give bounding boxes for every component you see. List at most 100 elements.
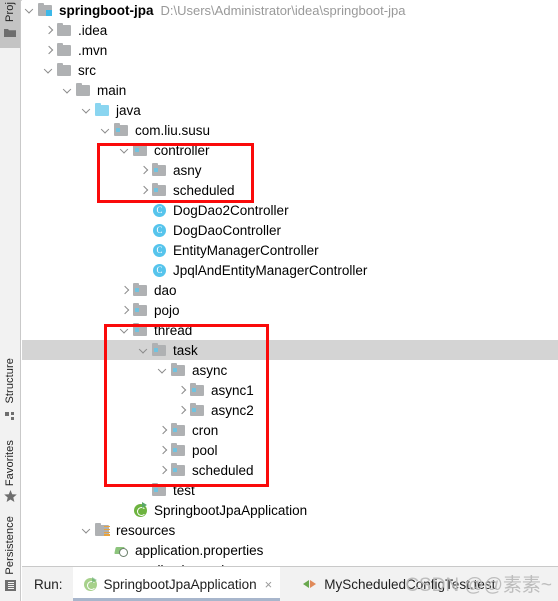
tree-row-label: pojo — [154, 302, 180, 318]
tool-window-label-project: Proj — [4, 2, 16, 22]
run-test-arrows-icon — [302, 577, 318, 591]
java-class-icon: C — [151, 240, 169, 260]
tree-row-label: task — [173, 342, 198, 358]
chevron-right-icon[interactable] — [157, 420, 170, 440]
tree-row[interactable]: C DogDaoController — [22, 220, 558, 240]
tree-row[interactable]: src — [22, 60, 558, 80]
tree-row[interactable]: asny — [22, 160, 558, 180]
run-tab-my-scheduled-config-test[interactable]: MyScheduledConfigTest.test — [294, 567, 503, 601]
tree-row[interactable]: async2 — [22, 400, 558, 420]
chevron-right-icon[interactable] — [176, 400, 189, 420]
tree-row[interactable]: controller — [22, 140, 558, 160]
chevron-down-icon[interactable] — [157, 360, 170, 380]
tree-row-label: scheduled — [173, 182, 235, 198]
java-class-icon: C — [151, 260, 169, 280]
package-icon — [189, 400, 207, 420]
resources-root-folder-icon — [94, 520, 112, 540]
close-icon[interactable]: × — [265, 577, 273, 592]
folder-icon — [56, 40, 74, 60]
chevron-down-icon[interactable] — [119, 320, 132, 340]
run-tab-springboot-jpa-application[interactable]: SpringbootJpaApplication × — [72, 567, 281, 601]
tree-row-label: resources — [116, 522, 176, 538]
tree-row[interactable]: scheduled — [22, 460, 558, 480]
chevron-down-icon[interactable] — [81, 520, 94, 540]
tool-window-button-persistence[interactable]: Persistence — [0, 516, 20, 600]
tree-row[interactable]: application.properties — [22, 540, 558, 560]
package-icon — [189, 380, 207, 400]
tree-row[interactable]: pool — [22, 440, 558, 460]
chevron-right-icon[interactable] — [157, 460, 170, 480]
run-tool-window-bar: Run: SpringbootJpaApplication × MySchedu… — [22, 566, 558, 601]
tree-row[interactable]: cron — [22, 420, 558, 440]
tree-row[interactable]: scheduled — [22, 180, 558, 200]
tool-window-button-favorites[interactable]: Favorites — [0, 440, 20, 512]
java-class-icon: C — [151, 200, 169, 220]
chevron-down-icon[interactable] — [43, 60, 56, 80]
tree-row[interactable]: com.liu.susu — [22, 120, 558, 140]
run-label: Run: — [34, 576, 63, 592]
project-path: D:\Users\Administrator\idea\springboot-j… — [160, 2, 406, 18]
chevron-right-icon[interactable] — [43, 40, 56, 60]
chevron-right-icon[interactable] — [138, 160, 151, 180]
package-icon — [170, 420, 188, 440]
chevron-down-icon[interactable] — [81, 100, 94, 120]
tree-row-label: pool — [192, 442, 218, 458]
chevron-down-icon[interactable] — [119, 140, 132, 160]
run-tab-label: MyScheduledConfigTest.test — [324, 576, 496, 592]
spring-boot-icon — [81, 575, 99, 593]
tree-row[interactable]: C JpqlAndEntityManagerController — [22, 260, 558, 280]
chevron-right-icon[interactable] — [176, 380, 189, 400]
tree-row[interactable]: C DogDao2Controller — [22, 200, 558, 220]
tree-row-label: application.properties — [135, 542, 264, 558]
chevron-right-icon[interactable] — [43, 20, 56, 40]
tree-row[interactable]: dao — [22, 280, 558, 300]
tree-row[interactable]: springboot-jpa D:\Users\Administrator\ide… — [22, 0, 558, 20]
properties-file-icon — [113, 540, 131, 560]
tree-row[interactable]: thread — [22, 320, 558, 340]
tree-row[interactable]: resources — [22, 520, 558, 540]
tree-row[interactable]: .idea — [22, 20, 558, 40]
tree-row-label: src — [78, 62, 96, 78]
tree-row[interactable]: C EntityManagerController — [22, 240, 558, 260]
tree-row-label: JpqlAndEntityManagerController — [173, 262, 368, 278]
package-icon — [170, 460, 188, 480]
package-icon — [151, 340, 169, 360]
chevron-down-icon[interactable] — [100, 120, 113, 140]
tree-row-label: async — [192, 362, 228, 378]
java-class-icon: C — [151, 220, 169, 240]
chevron-right-icon[interactable] — [157, 440, 170, 460]
package-icon — [132, 140, 150, 160]
tool-window-label-persistence: Persistence — [4, 516, 16, 575]
tree-row[interactable]: pojo — [22, 300, 558, 320]
tree-row[interactable]: async1 — [22, 380, 558, 400]
package-icon — [151, 480, 169, 500]
tree-row[interactable]: java — [22, 100, 558, 120]
tool-window-button-structure[interactable]: Structure — [0, 358, 20, 436]
chevron-right-icon[interactable] — [138, 180, 151, 200]
tree-row[interactable]: task — [22, 340, 558, 360]
tree-row-label: thread — [154, 322, 193, 338]
tree-row-label: EntityManagerController — [173, 242, 319, 258]
chevron-down-icon[interactable] — [62, 80, 75, 100]
tool-window-button-project[interactable]: Proj — [0, 0, 20, 48]
tree-row[interactable]: async — [22, 360, 558, 380]
tree-row-label: com.liu.susu — [135, 122, 211, 138]
project-tree[interactable]: springboot-jpa D:\Users\Administrator\ide… — [22, 0, 558, 566]
chevron-down-icon[interactable] — [24, 0, 37, 20]
tree-row-label: async2 — [211, 402, 254, 418]
tree-row[interactable]: .mvn — [22, 40, 558, 60]
tree-row[interactable]: main — [22, 80, 558, 100]
tool-window-label-structure: Structure — [4, 358, 16, 404]
chevron-down-icon[interactable] — [138, 340, 151, 360]
chevron-right-icon[interactable] — [119, 300, 132, 320]
run-tab-label: SpringbootJpaApplication — [103, 576, 257, 592]
tree-row[interactable]: SpringbootJpaApplication — [22, 500, 558, 520]
folder-icon — [56, 20, 74, 40]
tree-row-label: async1 — [211, 382, 254, 398]
tree-row[interactable]: test — [22, 480, 558, 500]
left-tool-strip: Proj Structure Favorites Persistence — [0, 0, 21, 601]
chevron-right-icon[interactable] — [119, 280, 132, 300]
